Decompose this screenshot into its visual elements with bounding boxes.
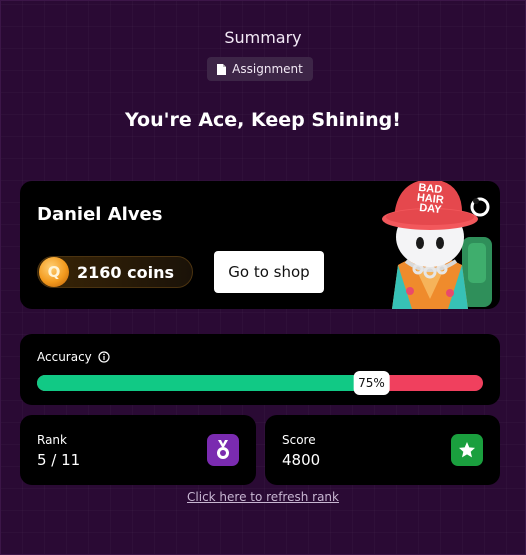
info-icon[interactable] xyxy=(98,351,110,363)
assignment-badge: Assignment xyxy=(207,57,313,81)
coins-count: 2160 coins xyxy=(77,262,174,282)
page-title: Summary xyxy=(224,28,302,47)
score-label: Score xyxy=(282,433,316,447)
go-to-shop-button[interactable]: Go to shop xyxy=(214,251,324,293)
accuracy-bar-fill xyxy=(37,375,372,391)
accuracy-card: Accuracy 75% xyxy=(20,334,500,405)
document-icon xyxy=(217,63,227,75)
star-icon xyxy=(451,434,483,466)
player-name: Daniel Alves xyxy=(37,204,163,225)
accuracy-label-row: Accuracy xyxy=(37,350,110,364)
accuracy-label: Accuracy xyxy=(37,350,92,364)
score-value: 4800 xyxy=(282,451,321,469)
rank-value: 5 / 11 xyxy=(37,451,81,469)
result-headline: You're Ace, Keep Shining! xyxy=(125,109,401,131)
coin-icon: Q xyxy=(39,257,69,287)
player-card: Daniel Alves Q 2160 coins Go to shop BAD… xyxy=(20,181,500,309)
avatar-hat-line-3: DAY xyxy=(419,202,443,216)
rank-label: Rank xyxy=(37,433,67,447)
avatar-character-icon: BAD HAIR DAY xyxy=(382,181,492,309)
accuracy-value-badge: 75% xyxy=(353,371,390,395)
medal-icon xyxy=(207,434,239,466)
coins-pill: Q 2160 coins xyxy=(37,256,193,288)
refresh-rank-link[interactable]: Click here to refresh rank xyxy=(0,490,526,504)
rank-card: Rank 5 / 11 xyxy=(20,415,256,485)
accuracy-bar xyxy=(37,375,483,391)
assignment-badge-label: Assignment xyxy=(232,62,303,76)
score-card: Score 4800 xyxy=(265,415,500,485)
